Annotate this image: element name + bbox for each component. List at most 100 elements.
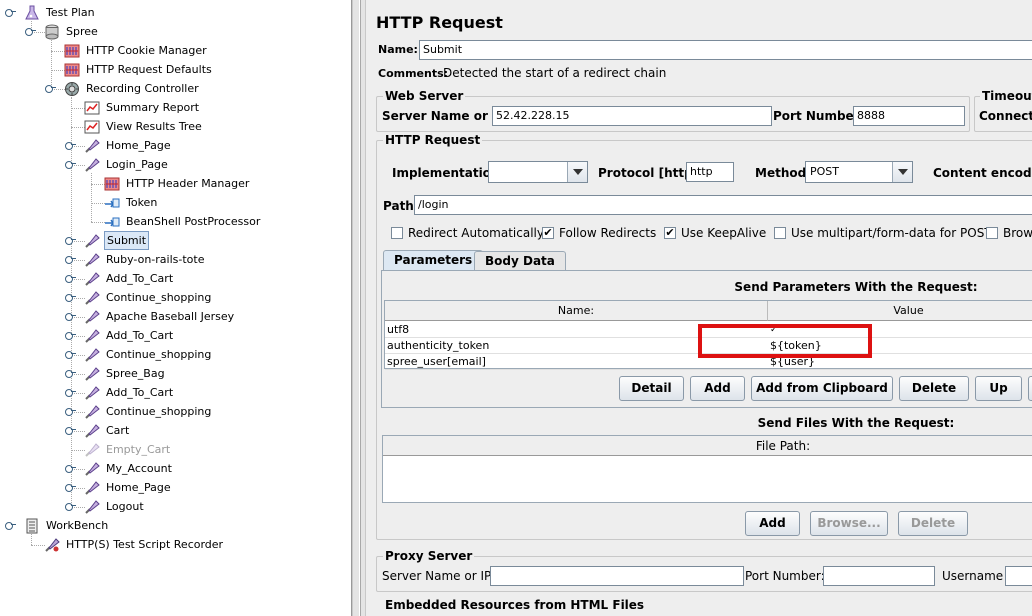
up-button[interactable]: Up: [975, 376, 1022, 401]
tree-node[interactable]: Add_To_Cart: [84, 383, 320, 402]
tree-node[interactable]: Spree: [44, 22, 320, 41]
comments-field[interactable]: Detected the start of a redirect chain: [443, 66, 666, 80]
tree-expand-handle[interactable]: [65, 329, 76, 340]
tree-node[interactable]: Home_Page: [84, 136, 320, 155]
tree-expand-handle[interactable]: [65, 291, 76, 302]
tree-node[interactable]: Login_Page: [84, 155, 320, 174]
sampler-icon: [84, 138, 100, 154]
tree-node-label: View Results Tree: [106, 120, 202, 133]
sampler-icon: [84, 271, 100, 287]
sampler-icon: [84, 499, 100, 515]
tab-body-data[interactable]: Body Data: [474, 251, 566, 271]
tree-expand-handle[interactable]: [65, 234, 76, 245]
tree-node-label: HTTP Header Manager: [126, 177, 250, 190]
server-name-input[interactable]: 52.42.228.15: [492, 106, 772, 126]
add-from-clipboard-button[interactable]: Add from Clipboard: [751, 376, 893, 401]
tree-connector: [91, 203, 105, 204]
tree-node[interactable]: Summary Report: [84, 98, 320, 117]
tree-node-selected[interactable]: Submit: [84, 231, 320, 250]
tree-expand-handle[interactable]: [65, 367, 76, 378]
tree-node[interactable]: WorkBench: [24, 516, 320, 535]
delete-parameter-button[interactable]: Delete: [899, 376, 969, 401]
http-request-title: HTTP Request: [383, 133, 483, 147]
tree-node[interactable]: Token: [104, 193, 320, 212]
col-header-name[interactable]: Name:: [385, 301, 768, 321]
tree-expand-handle[interactable]: [65, 310, 76, 321]
test-plan-icon: [24, 5, 40, 21]
tree-connector: [31, 545, 45, 546]
browse-button[interactable]: Browse...: [810, 511, 888, 536]
tree-node[interactable]: Continue_shopping: [84, 345, 320, 364]
tree-expand-handle[interactable]: [65, 272, 76, 283]
tree-expand-handle[interactable]: [45, 82, 56, 93]
tree-node[interactable]: Continue_shopping: [84, 288, 320, 307]
col-header-value[interactable]: Value: [768, 301, 1032, 321]
tree-node[interactable]: Recording Controller: [64, 79, 320, 98]
tree-node[interactable]: Test Plan: [24, 3, 320, 22]
path-input[interactable]: /login: [414, 195, 1032, 215]
tree-node[interactable]: BeanShell PostProcessor: [104, 212, 320, 231]
proxy-username-input[interactable]: [1005, 566, 1032, 586]
proxy-port-input[interactable]: [823, 566, 935, 586]
tree-node[interactable]: Home_Page: [84, 478, 320, 497]
tree-node[interactable]: Continue_shopping: [84, 402, 320, 421]
test-plan-tree[interactable]: Test Plan Spree HTTP Cookie Manager HTTP Re…: [0, 0, 352, 616]
tree-node[interactable]: Add_To_Cart: [84, 326, 320, 345]
name-field[interactable]: Submit: [419, 40, 1032, 60]
tree-node[interactable]: Cart: [84, 421, 320, 440]
tree-expand-handle[interactable]: [65, 462, 76, 473]
tree-node-label: BeanShell PostProcessor: [126, 215, 261, 228]
tree-expand-handle[interactable]: [65, 348, 76, 359]
tree-expand-handle[interactable]: [65, 139, 76, 150]
tree-connector: [91, 184, 105, 185]
tree-node[interactable]: My_Account: [84, 459, 320, 478]
tree-expand-handle[interactable]: [65, 405, 76, 416]
add-parameter-button[interactable]: Add: [690, 376, 745, 401]
tree-expand-handle[interactable]: [65, 386, 76, 397]
server-name-label: Server Name or IP:: [382, 109, 511, 123]
tree-node[interactable]: Ruby-on-rails-tote: [84, 250, 320, 269]
connect-label: Connect:: [979, 109, 1032, 123]
tree-node[interactable]: HTTP Request Defaults: [64, 60, 320, 79]
tree-node[interactable]: HTTP Header Manager: [104, 174, 320, 193]
content-encoding-label: Content encoding: [933, 166, 1032, 180]
split-pane-divider[interactable]: [352, 0, 366, 616]
tree-node[interactable]: Empty_Cart: [84, 440, 320, 459]
tab-parameters[interactable]: Parameters: [383, 250, 484, 271]
detail-button[interactable]: Detail: [619, 376, 684, 401]
implementation-select[interactable]: [488, 161, 588, 183]
tree-node-label: Continue_shopping: [106, 291, 212, 304]
tree-node[interactable]: Apache Baseball Jersey: [84, 307, 320, 326]
files-table[interactable]: File Path:: [382, 435, 1032, 503]
tree-expand-handle[interactable]: [65, 481, 76, 492]
tree-expand-handle[interactable]: [25, 25, 36, 36]
col-header-file-path[interactable]: File Path:: [383, 436, 1032, 456]
port-number-input[interactable]: 8888: [853, 106, 965, 126]
down-button[interactable]: [1028, 376, 1032, 401]
tree-node[interactable]: HTTP(S) Test Script Recorder: [44, 535, 320, 554]
tree-node[interactable]: Add_To_Cart: [84, 269, 320, 288]
tree-node-label: Spree_Bag: [106, 367, 165, 380]
tree-node[interactable]: Spree_Bag: [84, 364, 320, 383]
tree-expand-handle[interactable]: [5, 519, 16, 530]
tree-node[interactable]: View Results Tree: [84, 117, 320, 136]
method-select[interactable]: POST: [805, 161, 913, 183]
check-icon: ✔: [664, 226, 676, 239]
proxy-server-input[interactable]: [490, 566, 744, 586]
delete-file-button[interactable]: Delete: [898, 511, 968, 536]
tree-node[interactable]: HTTP Cookie Manager: [64, 41, 320, 60]
tree-expand-handle[interactable]: [65, 253, 76, 264]
tree-expand-handle[interactable]: [65, 158, 76, 169]
timeouts-title: Timeouts: [980, 89, 1032, 103]
tree-node[interactable]: Logout: [84, 497, 320, 516]
add-file-button[interactable]: Add: [745, 511, 800, 536]
tree-connector: [51, 51, 65, 52]
http-request-panel: HTTP Request Name: Submit Comments: Dete…: [366, 0, 1032, 616]
protocol-input[interactable]: http: [686, 162, 734, 182]
sampler-icon: [84, 461, 100, 477]
tree-expand-handle[interactable]: [65, 424, 76, 435]
checkbox-label: Use KeepAlive: [681, 226, 767, 240]
sampler-icon: [84, 480, 100, 496]
tree-expand-handle[interactable]: [65, 500, 76, 511]
tree-expand-handle[interactable]: [5, 6, 16, 17]
